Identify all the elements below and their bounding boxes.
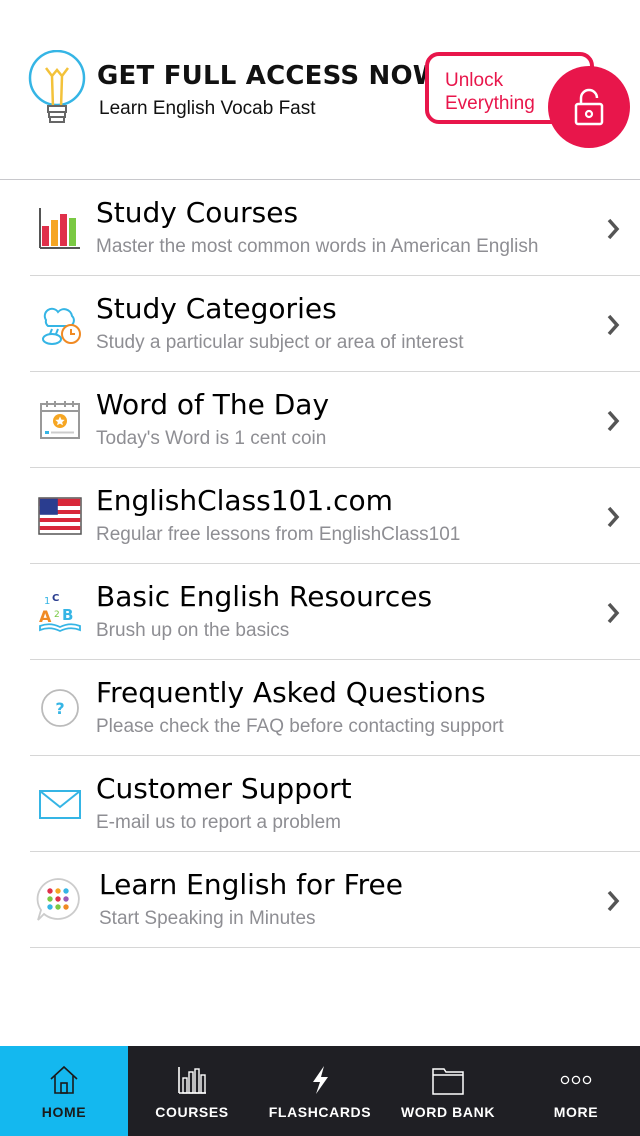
chevron-right-icon xyxy=(607,506,620,528)
svg-text:1: 1 xyxy=(44,596,50,607)
menu-item-title: Basic English Resources xyxy=(96,580,433,613)
us-flag-icon xyxy=(38,497,82,535)
menu-item-word-of-the-day[interactable]: Word of The Day Today's Word is 1 cent c… xyxy=(30,372,640,468)
menu-item-title: Study Courses xyxy=(96,196,299,229)
tab-label: COURSES xyxy=(155,1104,229,1120)
dots-bubble-icon xyxy=(36,878,80,921)
folder-icon xyxy=(432,1068,464,1095)
menu-item-title: Word of The Day xyxy=(96,388,330,421)
lightbulb-icon xyxy=(28,50,86,123)
chevron-right-icon xyxy=(607,314,620,336)
menu-item-study-courses[interactable]: Study Courses Master the most common wor… xyxy=(30,180,640,276)
tab-label: HOME xyxy=(41,1104,87,1120)
tab-label: WORD BANK xyxy=(400,1104,496,1120)
tab-flashcards[interactable]: FLASHCARDS xyxy=(256,1046,384,1136)
menu-item-subtitle: Please check the FAQ before contacting s… xyxy=(96,716,504,737)
menu-item-title: EnglishClass101.com xyxy=(96,484,393,517)
svg-text:2: 2 xyxy=(54,610,60,620)
promo-title: GET FULL ACCESS NOW xyxy=(97,61,442,91)
menu-item-title: Frequently Asked Questions xyxy=(96,676,486,709)
svg-text:?: ? xyxy=(55,699,64,718)
menu-item-subtitle: Brush up on the basics xyxy=(96,620,290,641)
unlock-icon xyxy=(574,88,604,126)
home-icon xyxy=(50,1065,78,1094)
tab-more[interactable]: MORE xyxy=(512,1046,640,1136)
svg-text:A: A xyxy=(39,607,52,626)
svg-text:C: C xyxy=(52,593,59,604)
tab-label: MORE xyxy=(553,1104,599,1120)
menu-item-subtitle: Study a particular subject or area of in… xyxy=(96,332,464,353)
promo-banner: GET FULL ACCESS NOW Learn English Vocab … xyxy=(0,0,640,179)
menu-item-title: Learn English for Free xyxy=(99,868,403,901)
menu-item-faq[interactable]: ? Frequently Asked Questions Please chec… xyxy=(30,660,640,756)
menu-item-study-categories[interactable]: Study Categories Study a particular subj… xyxy=(30,276,640,372)
menu-item-subtitle: Start Speaking in Minutes xyxy=(99,908,316,929)
menu-item-title: Customer Support xyxy=(96,772,352,805)
tab-bar: HOME COURSES FLASHCARDS WORD BANK MORE xyxy=(0,1046,640,1136)
tab-courses[interactable]: COURSES xyxy=(128,1046,256,1136)
question-icon: ? xyxy=(41,689,79,727)
svg-text:B: B xyxy=(62,606,73,624)
tab-label: FLASHCARDS xyxy=(268,1104,372,1120)
weather-clock-icon xyxy=(42,307,81,345)
tab-home[interactable]: HOME xyxy=(0,1046,128,1136)
menu-item-subtitle: E-mail us to report a problem xyxy=(96,812,341,833)
calendar-star-icon xyxy=(40,401,80,439)
chevron-right-icon xyxy=(607,602,620,624)
tab-word-bank[interactable]: WORD BANK xyxy=(384,1046,512,1136)
chevron-right-icon xyxy=(607,890,620,912)
promo-subtitle: Learn English Vocab Fast xyxy=(99,98,316,119)
chevron-right-icon xyxy=(607,218,620,240)
menu-item-learn-english-for-free[interactable]: Learn English for Free Start Speaking in… xyxy=(30,852,640,948)
menu-item-title: Study Categories xyxy=(96,292,337,325)
unlock-lock-button[interactable] xyxy=(548,66,630,148)
menu-item-subtitle: Regular free lessons from EnglishClass10… xyxy=(96,524,461,545)
menu-item-basic-english-resources[interactable]: 1 C A 2 B Basic English Resources Brush … xyxy=(30,564,640,660)
main-menu: Study Courses Master the most common wor… xyxy=(0,180,640,948)
menu-item-customer-support[interactable]: Customer Support E-mail us to report a p… xyxy=(30,756,640,852)
menu-item-englishclass101[interactable]: EnglishClass101.com Regular free lessons… xyxy=(30,468,640,564)
bar-chart-icon xyxy=(178,1067,206,1094)
menu-item-subtitle: Master the most common words in American… xyxy=(96,236,539,257)
lightning-icon xyxy=(313,1066,328,1094)
bar-chart-icon xyxy=(39,208,80,249)
menu-item-subtitle: Today's Word is 1 cent coin xyxy=(96,428,327,449)
more-dots-icon xyxy=(560,1075,592,1085)
chevron-right-icon xyxy=(607,410,620,432)
unlock-label: Unlock Everything xyxy=(445,70,535,114)
envelope-icon xyxy=(39,790,81,819)
abc-book-icon: 1 C A 2 B xyxy=(39,593,81,633)
